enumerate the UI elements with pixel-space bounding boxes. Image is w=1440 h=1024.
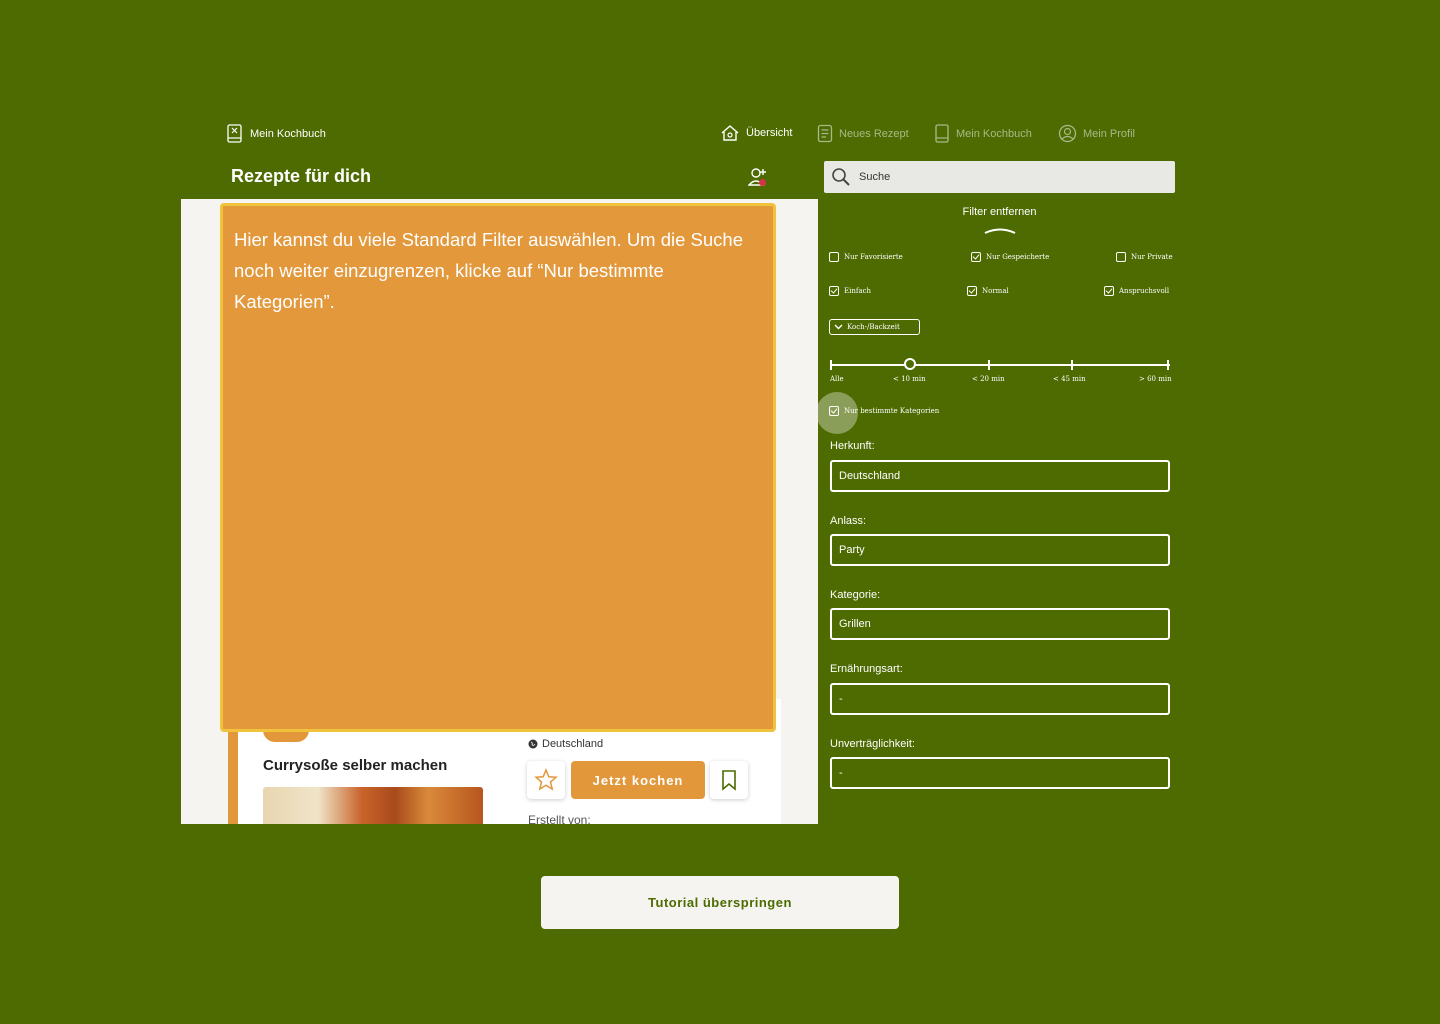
category-field[interactable]: Grillen [830,608,1170,640]
checkbox-box [829,406,839,416]
home-icon [721,125,739,141]
occasion-value: Party [839,544,865,556]
document-icon [817,124,833,143]
checkbox-label: Anspruchsvoll [1119,287,1170,295]
time-dropdown-label: Koch-/Backzeit [847,323,900,331]
category-value: Grillen [839,618,871,630]
chevron-up-icon[interactable] [984,226,1016,234]
origin-value: Deutschland [839,470,901,482]
time-slider-handle[interactable] [904,358,916,370]
created-by-label: Erstellt von: [528,813,591,824]
nav-new-recipe-label: Neues Rezept [839,127,909,140]
checkbox-easy[interactable]: Einfach [829,286,871,296]
tutorial-text: Hier kannst du viele Standard Filter aus… [234,229,744,312]
favorite-button[interactable] [527,761,565,799]
recipe-image[interactable] [263,787,483,824]
checkbox-only-saved[interactable]: Nur Gespeicherte [971,252,1049,262]
checkbox-box [829,252,839,262]
checkbox-label: Nur Favorisierte [844,253,903,261]
checkbox-label: Normal [982,287,1009,295]
add-user-icon[interactable] [747,167,770,194]
nav-overview-label: Übersicht [746,127,793,139]
slider-label: < 10 min [893,375,926,383]
nav-my-cookbook[interactable]: Mein Kochbuch [934,124,1032,143]
slider-label: Alle [830,375,844,383]
cook-now-button[interactable]: Jetzt kochen [571,761,705,799]
intolerance-label: Unverträglichkeit: [830,738,915,750]
diet-value: - [839,693,843,705]
time-dropdown[interactable]: Koch-/Backzeit [829,319,920,335]
bookmark-button[interactable] [710,761,748,799]
nav-overview[interactable]: Übersicht [720,124,792,142]
checkbox-specific-categories[interactable]: Nur bestimmte Kategorien [829,406,939,416]
recipe-origin-label: Deutschland [542,738,604,750]
checkbox-label: Nur Private [1131,253,1173,261]
star-icon [534,768,558,791]
slider-tick [1167,360,1169,370]
slider-label: < 20 min [972,375,1005,383]
brand-label: Mein Kochbuch [250,127,326,140]
recipe-origin: Deutschland [528,738,603,750]
slider-label: < 45 min [1053,375,1086,383]
checkbox-label: Nur Gespeicherte [986,253,1050,261]
intolerance-field[interactable]: - [830,757,1170,789]
skip-tutorial-button[interactable]: Tutorial überspringen [541,876,899,929]
diet-label: Ernährungsart: [830,663,903,675]
search-icon [832,168,850,186]
intolerance-value: - [839,767,843,779]
occasion-label: Anlass: [830,515,867,527]
profile-icon [1058,124,1077,143]
origin-field[interactable]: Deutschland [830,460,1170,492]
slider-tick [830,360,832,370]
nav-my-profile-label: Mein Profil [1083,127,1135,140]
occasion-field[interactable]: Party [830,534,1170,566]
cookbook-icon [227,124,242,143]
checkbox-label: Nur bestimmte Kategorien [844,407,940,415]
origin-label: Herkunft: [830,440,875,452]
checkbox-normal[interactable]: Normal [967,286,1009,296]
page-title: Rezepte für dich [231,166,372,186]
bookmark-icon [722,770,736,791]
remove-filters-link[interactable]: Filter entfernen [824,206,1175,218]
checkbox-box [967,286,977,296]
checkbox-box [829,286,839,296]
tutorial-tooltip: Hier kannst du viele Standard Filter aus… [220,203,776,732]
checkbox-demanding[interactable]: Anspruchsvoll [1104,286,1169,296]
diet-field[interactable]: - [830,683,1170,715]
checkbox-box [971,252,981,262]
nav-new-recipe[interactable]: Neues Rezept [817,124,909,143]
checkbox-box [1104,286,1114,296]
checkbox-label: Einfach [844,287,872,295]
checkbox-only-private[interactable]: Nur Private [1116,252,1173,262]
slider-label: > 60 min [1139,375,1172,383]
slider-tick [1071,360,1073,370]
brand-logo[interactable]: Mein Kochbuch [227,124,326,143]
recipe-title: Currysoße selber machen [263,757,448,774]
search-input[interactable]: Suche [824,161,1175,193]
checkbox-box [1116,252,1126,262]
search-placeholder: Suche [859,171,891,183]
nav-my-profile[interactable]: Mein Profil [1058,124,1135,143]
globe-icon [528,739,538,749]
book-icon [935,124,949,143]
nav-my-cookbook-label: Mein Kochbuch [956,127,1032,140]
checkbox-only-favorites[interactable]: Nur Favorisierte [829,252,903,262]
chevron-down-icon [834,324,843,330]
time-slider-track[interactable] [831,364,1170,366]
slider-tick [988,360,990,370]
category-label: Kategorie: [830,589,881,601]
